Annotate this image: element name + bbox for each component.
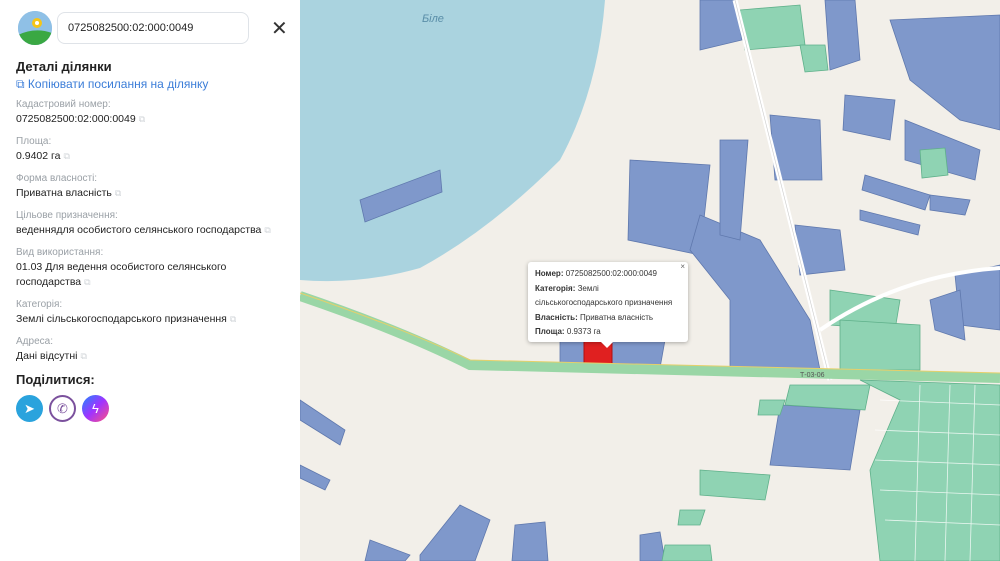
copy-icon[interactable]: ⧉	[230, 314, 236, 324]
close-icon[interactable]: ✕	[271, 16, 288, 41]
field-address: Адреса: Дані відсутні ⧉	[16, 336, 87, 362]
viber-icon: ✆	[57, 400, 68, 416]
details-panel: 0725082500:02:000:0049 ✕ Деталі ділянки …	[0, 0, 300, 561]
field-area: Площа: 0.9402 га ⧉	[16, 136, 70, 162]
copy-icon[interactable]: ⧉	[63, 151, 69, 161]
field-category: Категорія: Землі сільськогосподарського п…	[16, 299, 237, 325]
app-logo	[18, 11, 52, 45]
copy-icon: ⧉	[16, 77, 28, 91]
lake-label: Біле	[422, 13, 444, 25]
road-label: Т-03-06	[800, 372, 825, 379]
telegram-share-button[interactable]: ➤	[16, 395, 43, 422]
field-ownership: Форма власності: Приватна власність ⧉	[16, 173, 122, 199]
field-purpose: Цільове призначення: веденнядля особистог…	[16, 210, 271, 236]
field-usage: Вид використання: 01.03 Для ведення особи…	[16, 247, 227, 288]
telegram-icon: ➤	[24, 400, 35, 416]
field-cadastral-number: Кадастровий номер: 0725082500:02:000:0049…	[16, 99, 146, 125]
popup-close-icon[interactable]: ×	[680, 262, 685, 272]
cadastral-search-input[interactable]: 0725082500:02:000:0049	[57, 12, 249, 44]
copy-link-button[interactable]: ⧉ Копіювати посилання на ділянку	[16, 77, 208, 92]
panel-title: Деталі ділянки	[16, 59, 112, 74]
copy-icon[interactable]: ⧉	[139, 114, 145, 124]
parcel-popup: × Номер: 0725082500:02:000:0049 Категорі…	[528, 262, 688, 348]
copy-icon[interactable]: ⧉	[115, 188, 121, 198]
viber-share-button[interactable]: ✆	[49, 395, 76, 422]
copy-icon[interactable]: ⧉	[264, 225, 270, 235]
copy-icon[interactable]: ⧉	[84, 277, 90, 287]
messenger-icon: ϟ	[92, 401, 99, 416]
copy-icon[interactable]: ⧉	[80, 351, 86, 361]
messenger-share-button[interactable]: ϟ	[82, 395, 109, 422]
share-title: Поділитися:	[16, 372, 95, 387]
